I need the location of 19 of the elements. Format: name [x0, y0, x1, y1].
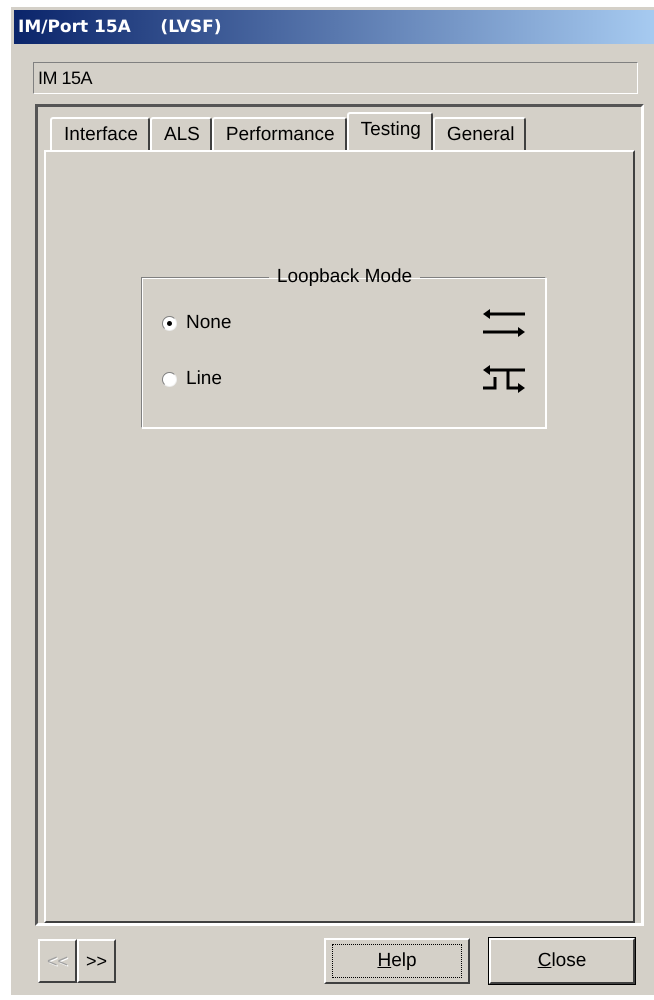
arrows-icon — [481, 309, 527, 337]
radio-button[interactable]: Line — [162, 368, 222, 390]
tab[interactable]: Interface — [50, 117, 150, 151]
tab[interactable]: General — [432, 117, 526, 151]
window-title: IM/Port 15A (LVSF) — [14, 10, 654, 44]
radio-circle[interactable] — [162, 316, 177, 330]
close-button[interactable]: Close — [489, 938, 635, 984]
radio-button[interactable]: None — [162, 312, 232, 334]
focus-outline: Help — [333, 945, 461, 977]
tab[interactable]: Performance — [212, 117, 347, 151]
help-button[interactable]: Help — [324, 938, 470, 984]
focus-outline: Close — [536, 949, 588, 973]
group-title: Loopback Mode — [276, 266, 414, 288]
tab[interactable]: Testing — [346, 112, 433, 151]
tab[interactable]: ALS — [150, 117, 212, 151]
radio-circle[interactable] — [162, 372, 177, 386]
loop-arrows-icon — [481, 365, 527, 393]
name-field[interactable]: IM 15A — [33, 62, 638, 94]
next-button[interactable]: >> — [77, 939, 116, 983]
